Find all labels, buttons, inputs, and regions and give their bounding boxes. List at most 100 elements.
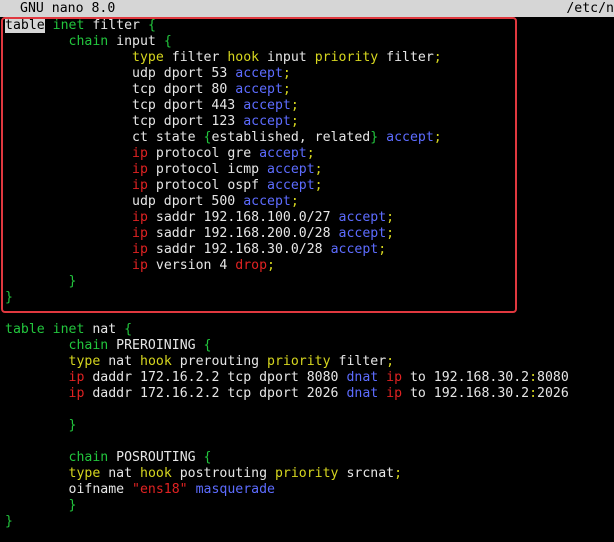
editor-text-area[interactable]: table inet filter { chain input { type f… [5, 18, 614, 530]
code-line[interactable]: ip protocol ospf accept; [5, 178, 614, 194]
code-token: filter [163, 50, 228, 65]
code-token: : [529, 386, 538, 401]
code-token: ip [132, 146, 148, 161]
code-token: to 192.168.30.2 [402, 386, 530, 401]
code-token: ; [306, 146, 315, 161]
code-token: ip [132, 210, 148, 225]
code-line[interactable]: oifname "ens18" masquerade [5, 482, 614, 498]
code-line[interactable]: udp dport 500 accept; [5, 194, 614, 210]
code-token: protocol icmp [147, 162, 268, 177]
code-line[interactable]: } [5, 498, 614, 514]
code-line[interactable]: type nat hook prerouting priority filter… [5, 354, 614, 370]
code-token: tcp dport 443 [5, 98, 244, 113]
code-token: ; [433, 50, 442, 65]
code-token: accept [338, 226, 387, 241]
code-token: version 4 [147, 258, 236, 273]
code-line[interactable]: tcp dport 80 accept; [5, 82, 614, 98]
code-line[interactable]: } [5, 418, 614, 434]
code-token: accept [243, 114, 291, 129]
code-line[interactable]: type filter hook input priority filter; [5, 50, 614, 66]
code-token: oifname [5, 482, 133, 497]
code-token: srcnat [338, 466, 395, 481]
code-line[interactable]: ct state {established, related} accept; [5, 130, 614, 146]
code-token: type [68, 354, 101, 369]
code-token: accept [243, 98, 291, 113]
code-token: ; [386, 354, 395, 369]
code-line[interactable]: } [5, 290, 614, 306]
code-token: accept [386, 130, 434, 145]
code-token: 2026 [537, 386, 569, 401]
code-line[interactable]: tcp dport 443 accept; [5, 98, 614, 114]
code-token: input [108, 34, 164, 49]
code-line[interactable]: chain input { [5, 34, 614, 50]
code-line[interactable]: ip version 4 drop; [5, 258, 614, 274]
code-token: accept [243, 194, 291, 209]
code-token: PREROINING [108, 338, 204, 353]
code-line[interactable]: } [5, 274, 614, 290]
code-token: type [68, 466, 101, 481]
code-token: : [529, 370, 538, 385]
code-token: { [203, 450, 212, 465]
code-token: tcp dport 80 [5, 82, 236, 97]
code-token: ip [132, 258, 148, 273]
code-token: protocol gre [147, 146, 260, 161]
code-token: to 192.168.30.2 [402, 370, 530, 385]
code-line[interactable]: table inet nat { [5, 322, 614, 338]
code-line[interactable]: tcp dport 123 accept; [5, 114, 614, 130]
code-token: filter [330, 354, 387, 369]
nano-title-bar: GNU nano 8.0 /etc/n [0, 0, 614, 17]
code-line[interactable]: ip saddr 192.168.200.0/28 accept; [5, 226, 614, 242]
code-token: ip [132, 178, 148, 193]
code-line[interactable]: ip protocol gre accept; [5, 146, 614, 162]
code-line[interactable] [5, 434, 614, 450]
code-line[interactable]: } [5, 514, 614, 530]
code-token: ; [386, 226, 395, 241]
code-line[interactable]: ip saddr 192.168.30.0/28 accept; [5, 242, 614, 258]
code-token: ip [132, 162, 148, 177]
code-line[interactable]: chain POSROUTING { [5, 450, 614, 466]
code-token: { [163, 34, 172, 49]
code-line[interactable]: ip daddr 172.16.2.2 tcp dport 2026 dnat … [5, 386, 614, 402]
code-token: accept [259, 146, 307, 161]
code-line[interactable] [5, 306, 614, 322]
code-line[interactable]: udp dport 53 accept; [5, 66, 614, 82]
code-token: dnat [346, 370, 379, 385]
code-token: daddr 172.16.2.2 tcp dport 8080 [84, 370, 347, 385]
file-path: /etc/n [566, 1, 614, 16]
code-token: "ens18" [132, 482, 188, 497]
code-token: 8080 [537, 370, 569, 385]
code-token: saddr 192.168.200.0/28 [147, 226, 339, 241]
code-line[interactable] [5, 402, 614, 418]
code-token: chain [68, 34, 109, 49]
code-token: ; [378, 242, 387, 257]
code-line[interactable]: chain PREROINING { [5, 338, 614, 354]
code-token: filter [84, 18, 148, 33]
code-line[interactable]: ip protocol icmp accept; [5, 162, 614, 178]
code-token: ct state [5, 130, 204, 145]
code-token: dnat [346, 386, 379, 401]
code-line[interactable]: ip daddr 172.16.2.2 tcp dport 8080 dnat … [5, 370, 614, 386]
code-token: { [203, 338, 212, 353]
code-line[interactable]: type nat hook postrouting priority srcna… [5, 466, 614, 482]
code-token: } [5, 290, 13, 305]
code-token: ; [314, 162, 323, 177]
code-token: saddr 192.168.100.0/27 [147, 210, 339, 225]
code-token: saddr 192.168.30.0/28 [147, 242, 331, 257]
code-token: daddr 172.16.2.2 tcp dport 2026 [84, 386, 347, 401]
code-token: table [5, 322, 45, 337]
code-line[interactable]: ip saddr 192.168.100.0/27 accept; [5, 210, 614, 226]
code-token: table [5, 18, 45, 33]
code-token: ip [68, 386, 85, 401]
code-line[interactable]: table inet filter { [5, 18, 614, 34]
